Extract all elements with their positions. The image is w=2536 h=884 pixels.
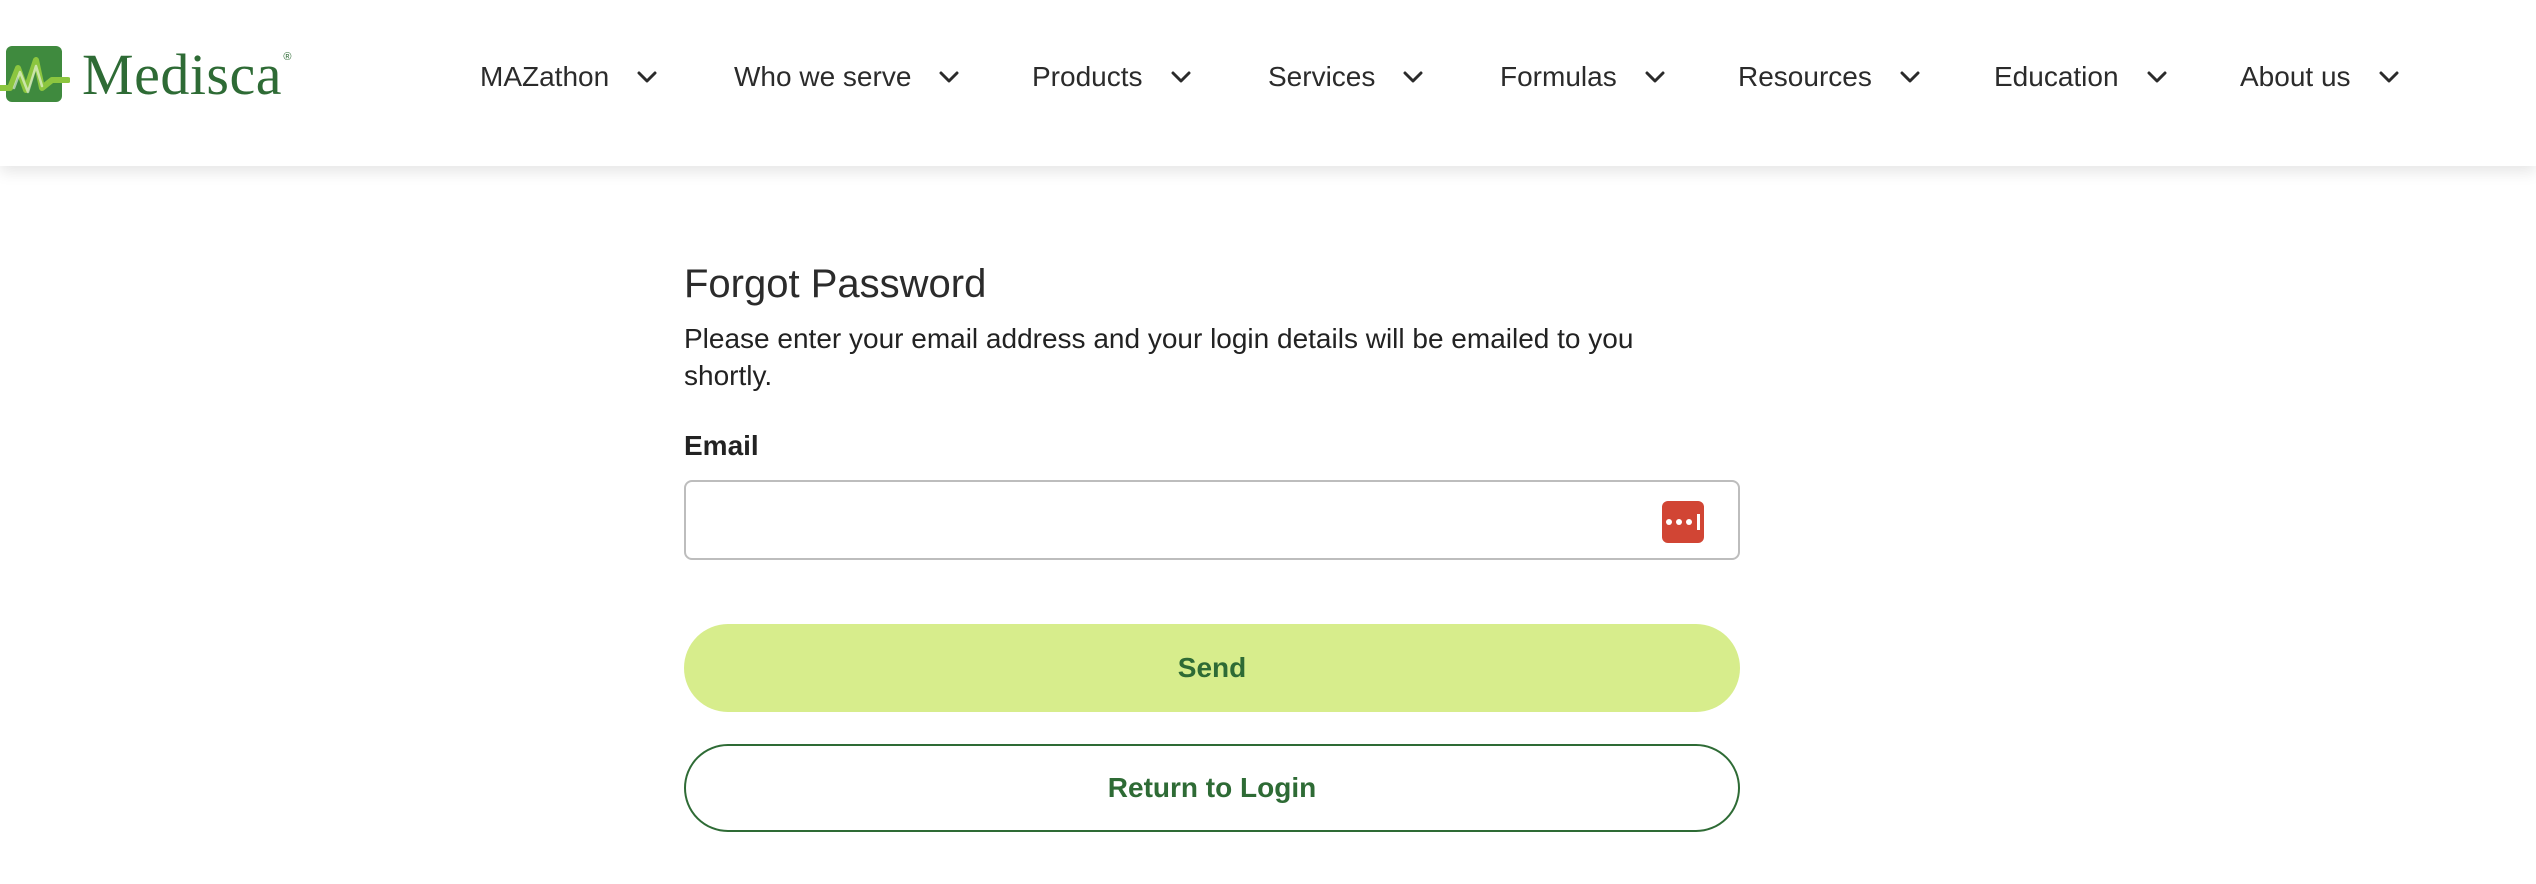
- nav-item-label: MAZathon: [480, 61, 610, 92]
- pm-cursor: [1697, 514, 1700, 530]
- site-header: Medisca ® MAZathon Who we serve Products…: [0, 0, 2536, 166]
- main-nav: MAZathon Who we serve Products Services …: [0, 0, 2536, 166]
- chevron-down-icon: [2147, 70, 2167, 84]
- form-description: Please enter your email address and your…: [684, 323, 1634, 391]
- nav-item-who-we-serve[interactable]: Who we serve: [734, 56, 959, 98]
- email-label: Email: [684, 430, 759, 461]
- nav-item-label: Education: [1994, 61, 2119, 92]
- nav-item-services[interactable]: Services: [1268, 56, 1423, 98]
- send-button[interactable]: Send: [684, 624, 1740, 712]
- chevron-down-icon: [1645, 70, 1665, 84]
- pm-dot: [1676, 519, 1682, 525]
- nav-item-education[interactable]: Education: [1994, 56, 2167, 98]
- nav-item-label: Formulas: [1500, 61, 1617, 92]
- chevron-down-icon: [1403, 70, 1423, 84]
- pm-dot: [1666, 519, 1672, 525]
- email-field[interactable]: [686, 482, 1738, 558]
- nav-item-label: Resources: [1738, 61, 1872, 92]
- nav-item-formulas[interactable]: Formulas: [1500, 56, 1665, 98]
- return-to-login-button[interactable]: Return to Login: [684, 744, 1740, 832]
- email-field-wrapper: [684, 480, 1740, 560]
- nav-item-about-us[interactable]: About us: [2240, 56, 2399, 98]
- nav-item-mazathon[interactable]: MAZathon: [480, 56, 657, 98]
- chevron-down-icon: [1900, 70, 1920, 84]
- nav-item-resources[interactable]: Resources: [1738, 56, 1920, 98]
- chevron-down-icon: [939, 70, 959, 84]
- pm-dot: [1686, 519, 1692, 525]
- nav-item-label: Services: [1268, 61, 1376, 92]
- nav-item-label: About us: [2240, 61, 2351, 92]
- forgot-password-form: Forgot Password Please enter your email …: [684, 260, 1740, 832]
- nav-item-label: Products: [1032, 61, 1143, 92]
- nav-item-products[interactable]: Products: [1032, 56, 1191, 98]
- page-title: Forgot Password: [684, 262, 987, 306]
- nav-item-label: Who we serve: [734, 61, 912, 92]
- password-manager-icon[interactable]: [1662, 501, 1704, 543]
- chevron-down-icon: [2379, 70, 2399, 84]
- chevron-down-icon: [1171, 70, 1191, 84]
- chevron-down-icon: [637, 70, 657, 84]
